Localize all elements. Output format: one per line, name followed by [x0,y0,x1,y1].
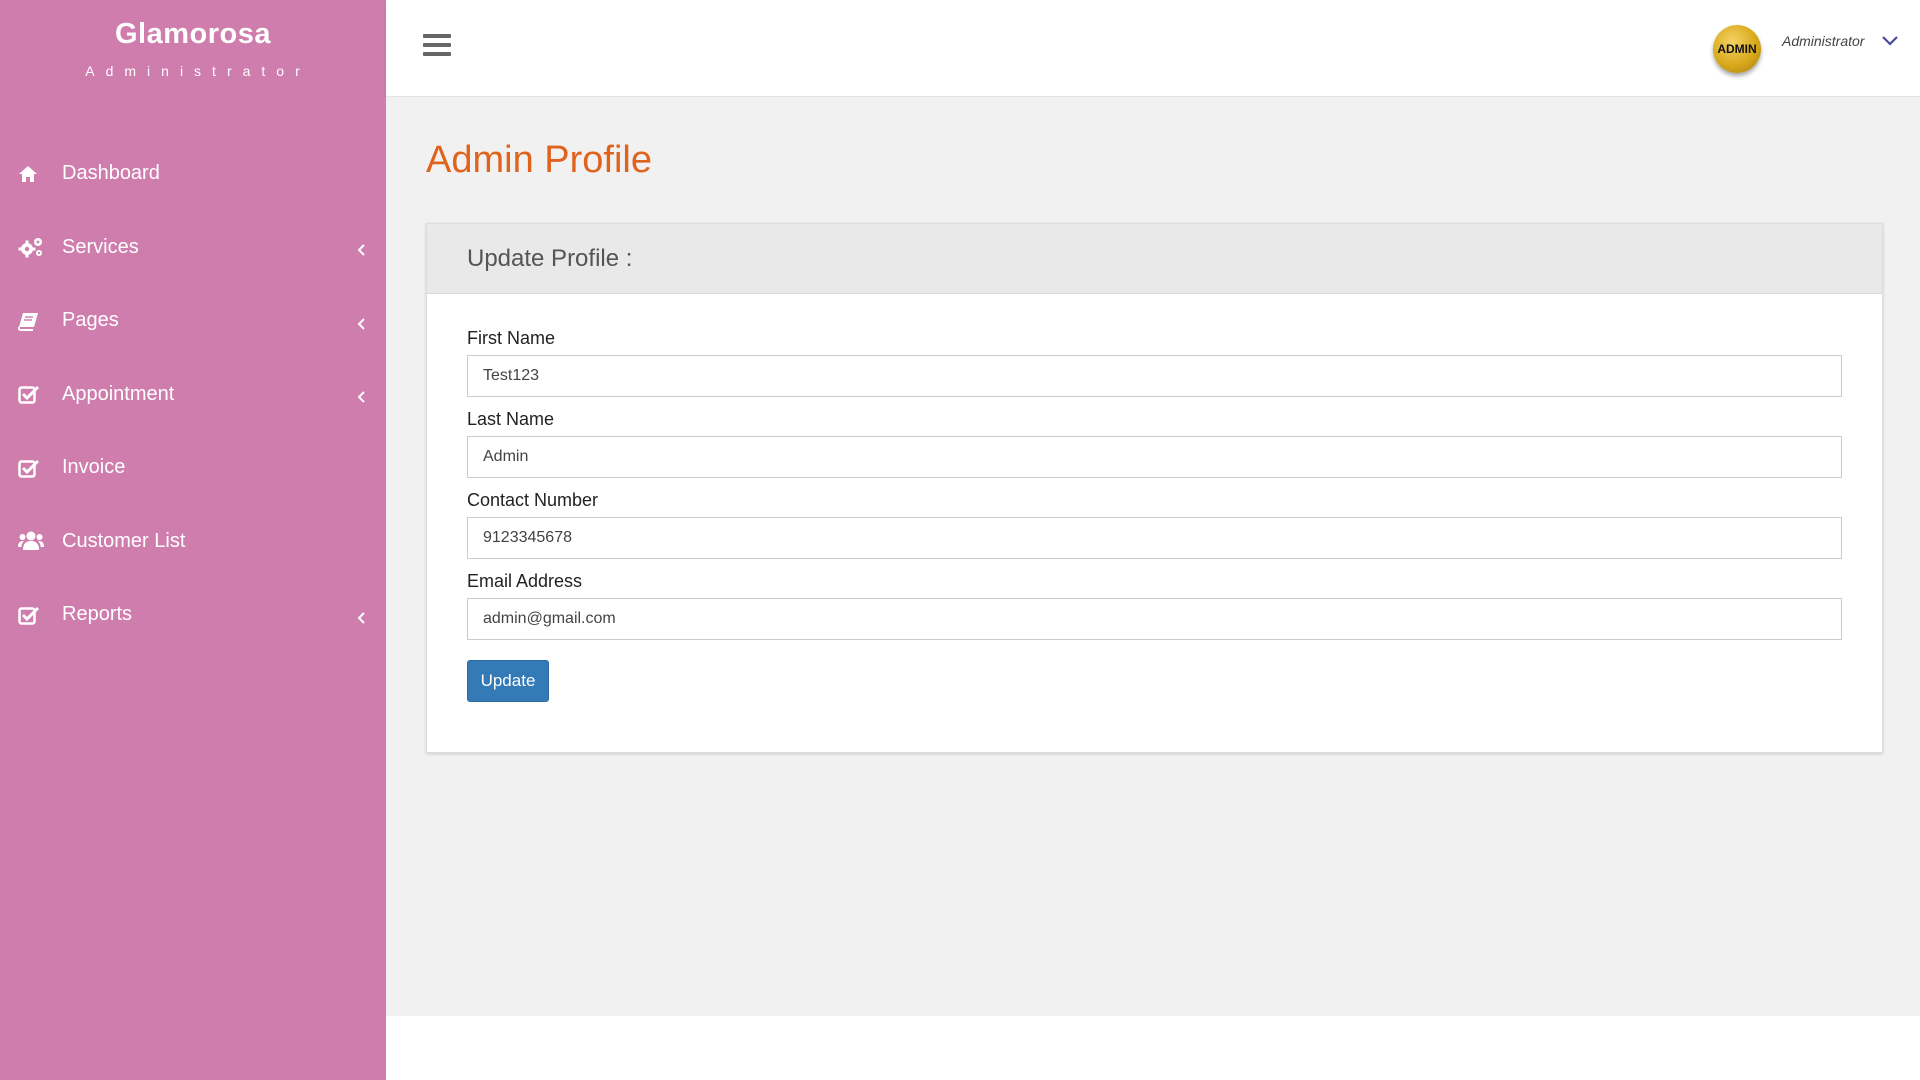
card-title: Update Profile : [427,224,1882,294]
chevron-left-icon [356,240,366,256]
brand: Glamorosa Administrator [0,0,386,79]
chevron-left-icon [356,314,366,330]
first-name-field[interactable] [467,355,1842,397]
sidebar-item-appointment[interactable]: Appointment [0,358,386,432]
first-name-group: First Name [467,328,1842,397]
check-square-icon [18,382,44,406]
check-square-icon [18,603,44,627]
users-icon [18,529,44,553]
contact-number-group: Contact Number [467,490,1842,559]
sidebar-item-pages[interactable]: Pages [0,284,386,358]
email-address-group: Email Address [467,571,1842,640]
main-content: Admin Profile Update Profile : First Nam… [386,97,1920,1016]
sidebar-item-customer-list[interactable]: Customer List [0,505,386,579]
update-profile-card: Update Profile : First Name Last Name Co… [426,223,1883,753]
email-field[interactable] [467,598,1842,640]
chevron-down-icon[interactable] [1881,34,1899,46]
profile-form: First Name Last Name Contact Number Emai… [427,294,1882,702]
check-square-icon [18,456,44,480]
home-icon [18,162,44,186]
contact-number-field[interactable] [467,517,1842,559]
brand-subtitle: Administrator [85,63,311,79]
sidebar-item-label: Reports [62,603,133,626]
sidebar: Glamorosa Administrator Dashboard Servic… [0,0,386,1080]
sidebar-item-dashboard[interactable]: Dashboard [0,137,386,211]
sidebar-item-label: Appointment [62,382,175,405]
last-name-label: Last Name [467,409,555,429]
sidebar-item-invoice[interactable]: Invoice [0,431,386,505]
sidebar-nav: Dashboard Services Pages Appointment Inv… [0,137,386,652]
chevron-left-icon [356,387,366,403]
sidebar-item-label: Services [62,235,139,258]
last-name-group: Last Name [467,409,1842,478]
sidebar-item-reports[interactable]: Reports [0,578,386,652]
user-name[interactable]: Administrator [1782,33,1864,49]
email-address-label: Email Address [467,571,583,591]
sidebar-item-label: Dashboard [62,162,160,185]
sidebar-item-label: Pages [62,309,119,332]
book-icon [18,309,44,333]
sidebar-item-label: Invoice [62,456,126,479]
last-name-field[interactable] [467,436,1842,478]
chevron-left-icon [356,608,366,624]
first-name-label: First Name [467,328,556,348]
update-button[interactable]: Update [467,660,549,702]
sidebar-item-label: Customer List [62,529,186,552]
contact-number-label: Contact Number [467,490,599,510]
hamburger-icon[interactable] [423,34,451,58]
page-title: Admin Profile [426,139,652,181]
brand-title: Glamorosa [115,18,271,50]
sidebar-item-services[interactable]: Services [0,211,386,285]
gears-icon [18,235,44,259]
topbar: ADMIN Administrator [386,0,1920,97]
avatar[interactable]: ADMIN [1713,25,1761,73]
